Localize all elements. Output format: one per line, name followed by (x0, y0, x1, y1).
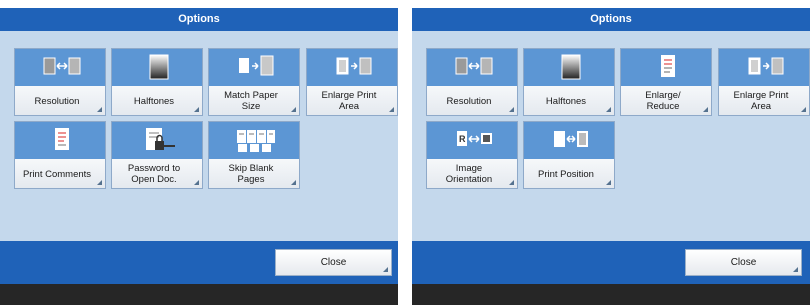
password-lock-icon (146, 128, 175, 150)
bottom-strip (0, 284, 398, 305)
resolution-button[interactable]: Resolution (426, 48, 518, 116)
skip-blank-pages-icon (237, 130, 275, 152)
corner-arrow-icon (194, 180, 199, 185)
enlarge-print-area-icon (748, 57, 784, 75)
close-button-label: Close (730, 257, 757, 268)
tile-label: Resolution (34, 95, 80, 107)
corner-arrow-icon (383, 267, 388, 272)
enlarge-print-area-icon (336, 57, 372, 75)
password-to-open-doc-button[interactable]: Password to Open Doc. (111, 121, 203, 189)
enlarge-print-area-button[interactable]: Enlarge Print Area (306, 48, 398, 116)
tile-label: Enlarge/ Reduce (645, 90, 681, 112)
tile-label: Skip Blank Pages (228, 163, 274, 185)
corner-arrow-icon (703, 107, 708, 112)
match-paper-size-icon (239, 55, 274, 76)
print-position-button[interactable]: Print Position (523, 121, 615, 189)
title-bar: Options (412, 8, 810, 31)
resolution-icon (43, 57, 81, 75)
corner-arrow-icon (194, 107, 199, 112)
corner-arrow-icon (291, 180, 296, 185)
enlarge-print-area-button[interactable]: Enlarge Print Area (718, 48, 810, 116)
panel-title: Options (590, 13, 632, 25)
tile-label: Image Orientation (445, 163, 493, 185)
bottom-strip (412, 284, 810, 305)
corner-arrow-icon (793, 267, 798, 272)
halftones-icon (149, 54, 169, 80)
halftones-icon (561, 54, 581, 80)
print-comments-icon (55, 128, 69, 150)
tile-label: Print Comments (22, 168, 92, 180)
corner-arrow-icon (509, 107, 514, 112)
tile-label: Enlarge Print Area (321, 90, 377, 112)
tile-label: Enlarge Print Area (733, 90, 789, 112)
corner-arrow-icon (389, 107, 394, 112)
corner-arrow-icon (97, 180, 102, 185)
tile-label: Password to Open Doc. (127, 163, 181, 185)
print-position-icon (554, 131, 588, 147)
tile-label: Print Position (538, 168, 594, 180)
corner-arrow-icon (801, 107, 806, 112)
options-panel-right: Options Resolution Halftones Enlarge/ Re… (412, 8, 810, 305)
resolution-button[interactable]: Resolution (14, 48, 106, 116)
halftones-button[interactable]: Halftones (523, 48, 615, 116)
match-paper-size-button[interactable]: Match Paper Size (208, 48, 300, 116)
title-bar: Options (0, 8, 398, 31)
close-button[interactable]: Close (275, 249, 392, 276)
print-comments-button[interactable]: Print Comments (14, 121, 106, 189)
tile-label: Resolution (446, 95, 492, 107)
corner-arrow-icon (509, 180, 514, 185)
corner-arrow-icon (97, 107, 102, 112)
enlarge-reduce-icon (661, 55, 675, 77)
panel-title: Options (178, 13, 220, 25)
image-orientation-icon: R (457, 131, 492, 146)
options-panel-left: Options Resolution Halftones Match Paper… (0, 8, 398, 305)
halftones-button[interactable]: Halftones (111, 48, 203, 116)
skip-blank-pages-button[interactable]: Skip Blank Pages (208, 121, 300, 189)
enlarge-reduce-button[interactable]: Enlarge/ Reduce (620, 48, 712, 116)
tile-label: Halftones (133, 95, 175, 107)
image-orientation-button[interactable]: R Image Orientation (426, 121, 518, 189)
corner-arrow-icon (606, 180, 611, 185)
tile-label: Match Paper Size (224, 90, 278, 112)
close-button[interactable]: Close (685, 249, 802, 276)
corner-arrow-icon (606, 107, 611, 112)
resolution-icon (455, 57, 493, 75)
tile-label: Halftones (545, 95, 587, 107)
svg-text:R: R (459, 134, 466, 144)
close-button-label: Close (320, 257, 347, 268)
corner-arrow-icon (291, 107, 296, 112)
